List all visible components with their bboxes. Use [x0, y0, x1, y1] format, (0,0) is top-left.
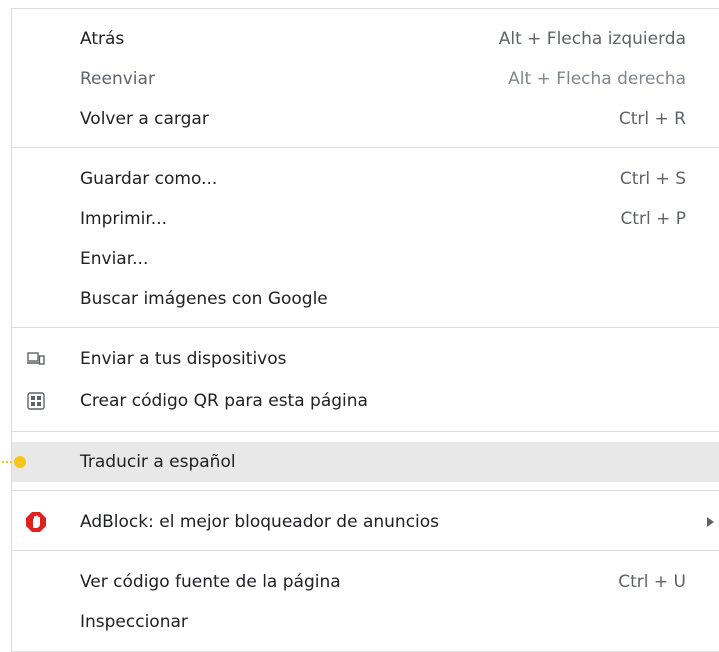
menu-item-label: Enviar a tus dispositivos: [80, 349, 287, 369]
menu-separator: [12, 147, 719, 148]
menu-item-label: AdBlock: el mejor bloqueador de anuncios: [80, 512, 440, 532]
menu-item-shortcut: Ctrl + S: [619, 169, 686, 189]
menu-item-label: Reenviar: [80, 69, 155, 89]
menu-item-adblock[interactable]: AdBlock: el mejor bloqueador de anuncios: [12, 502, 719, 542]
menu-item-view-source[interactable]: Ver código fuente de la página Ctrl + U: [12, 562, 719, 602]
menu-item-label: Guardar como...: [80, 169, 218, 189]
menu-item-shortcut: Ctrl + R: [618, 109, 686, 129]
adblock-icon: [24, 510, 48, 534]
menu-item-qr-code[interactable]: Crear código QR para esta página: [12, 381, 719, 421]
menu-item-translate[interactable]: Traducir a español: [12, 442, 719, 482]
menu-item-reload[interactable]: Volver a cargar Ctrl + R: [12, 99, 719, 139]
menu-separator: [12, 550, 719, 551]
menu-item-print[interactable]: Imprimir... Ctrl + P: [12, 199, 719, 239]
menu-item-label: Enviar...: [80, 249, 149, 269]
devices-icon: [24, 347, 48, 371]
menu-item-forward[interactable]: Reenviar Alt + Flecha derecha: [12, 59, 719, 99]
menu-item-label: Atrás: [80, 29, 125, 49]
menu-item-label: Traducir a español: [80, 452, 236, 472]
cursor-trail: [2, 461, 12, 463]
qr-code-icon: [24, 389, 48, 413]
menu-item-label: Inspeccionar: [80, 612, 188, 632]
menu-item-back[interactable]: Atrás Alt + Flecha izquierda: [12, 19, 719, 59]
menu-item-label: Buscar imágenes con Google: [80, 289, 328, 309]
menu-separator: [12, 431, 719, 432]
menu-item-shortcut: Alt + Flecha izquierda: [498, 29, 686, 49]
menu-item-save-as[interactable]: Guardar como... Ctrl + S: [12, 159, 719, 199]
menu-item-label: Ver código fuente de la página: [80, 572, 341, 592]
menu-item-shortcut: Alt + Flecha derecha: [508, 69, 686, 89]
menu-item-send-devices[interactable]: Enviar a tus dispositivos: [12, 339, 719, 379]
menu-item-label: Imprimir...: [80, 209, 168, 229]
menu-separator: [12, 327, 719, 328]
menu-item-label: Volver a cargar: [80, 109, 209, 129]
menu-item-label: Crear código QR para esta página: [80, 391, 368, 411]
menu-item-shortcut: Ctrl + U: [618, 572, 686, 592]
menu-item-shortcut: Ctrl + P: [620, 209, 686, 229]
menu-item-search-images[interactable]: Buscar imágenes con Google: [12, 279, 719, 319]
cursor-indicator-icon: [14, 456, 26, 468]
menu-separator: [12, 490, 719, 491]
menu-item-inspect[interactable]: Inspeccionar: [12, 602, 719, 642]
menu-item-cast[interactable]: Enviar...: [12, 239, 719, 279]
submenu-arrow-icon: [707, 517, 714, 527]
context-menu: Atrás Alt + Flecha izquierda Reenviar Al…: [11, 8, 719, 652]
